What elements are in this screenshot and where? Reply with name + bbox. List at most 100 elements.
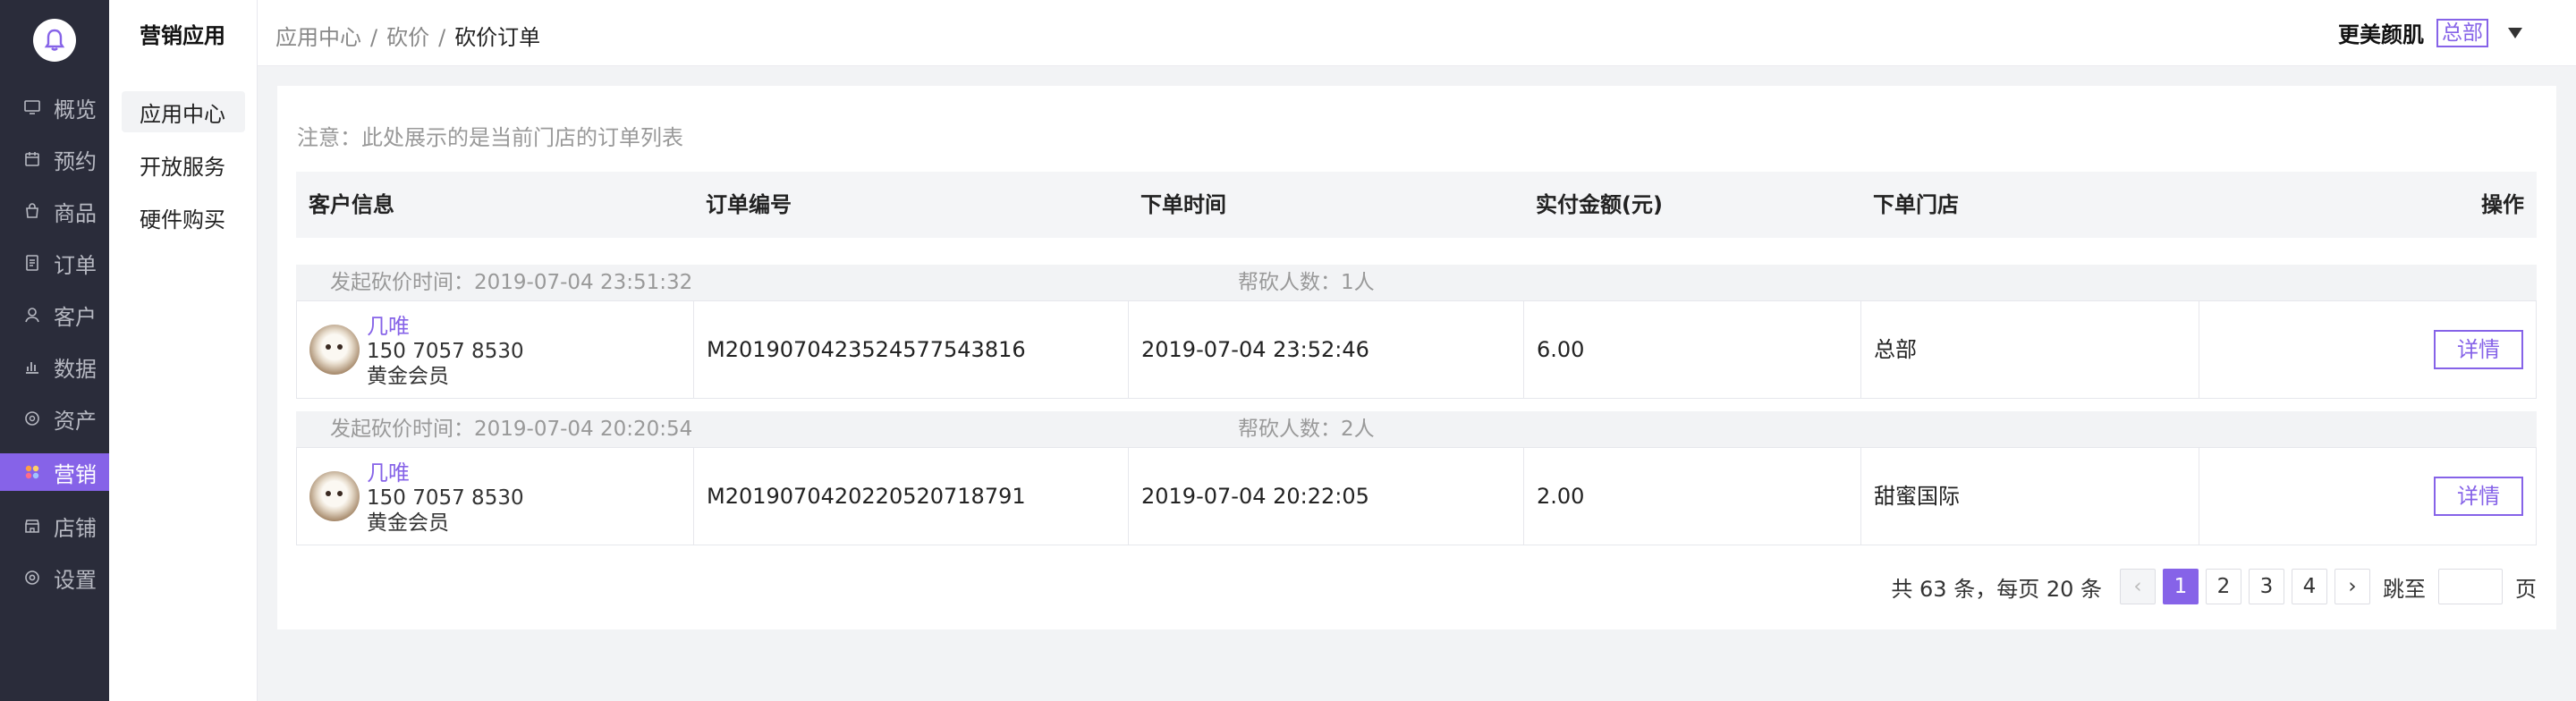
column-header: 下单门店 <box>1873 192 1959 217</box>
order-time-cell: 2019-07-04 20:22:05 <box>1129 448 1524 545</box>
next-page-button[interactable]: › <box>2334 569 2370 604</box>
column-header: 订单编号 <box>706 192 792 217</box>
customer-cell: 几唯 150 7057 8530 黄金会员 <box>297 448 694 545</box>
detail-button[interactable]: 详情 <box>2434 330 2523 369</box>
sidebar-item-label: 预约 <box>54 148 97 174</box>
bell-icon <box>44 29 65 51</box>
sidebar-item-settings[interactable]: 设置 <box>0 559 109 596</box>
calendar-icon <box>25 152 39 166</box>
bargain-helpers: 帮砍人数：2人 <box>1238 418 1375 441</box>
breadcrumb: 应用中心 / 砍价 / 砍价订单 <box>275 20 540 51</box>
page-button-1[interactable]: 1 <box>2163 569 2199 604</box>
sidebar-item-label: 客户 <box>54 304 97 330</box>
user-menu[interactable]: 更美颜肌 总部 <box>2338 17 2522 48</box>
app-logo[interactable] <box>33 19 76 62</box>
customer-phone: 150 7057 8530 <box>367 486 524 510</box>
sidebar-item-assets[interactable]: 资产 <box>0 400 109 437</box>
monitor-icon <box>24 100 40 114</box>
pagination: 共 63 条，每页 20 条 ‹ 1 2 3 4 › 跳至 页 <box>1891 569 2537 604</box>
page-button-4[interactable]: 4 <box>2292 569 2327 604</box>
customer-info: 几唯 150 7057 8530 黄金会员 <box>367 314 524 389</box>
bar-chart-icon <box>26 362 38 374</box>
sidebar-item-label: 商品 <box>54 200 97 226</box>
bargain-start-time: 发起砍价时间：2019-07-04 23:51:32 <box>330 271 693 294</box>
jump-page-input[interactable] <box>2438 569 2503 604</box>
sidebar-item-store[interactable]: 店铺 <box>0 507 109 545</box>
sidebar-item-overview[interactable]: 概览 <box>0 89 109 126</box>
sidebar-item-label: 营销 <box>54 461 97 487</box>
sidebar-item-orders[interactable]: 订单 <box>0 244 109 282</box>
submenu-item-hardware[interactable]: 硬件购买 <box>122 197 245 238</box>
chevron-down-icon[interactable] <box>2508 27 2522 38</box>
order-no-cell: M201907042352457754381​6 <box>694 301 1129 398</box>
prev-page-button[interactable]: ‹ <box>2120 569 2156 604</box>
order-no: M2019070420220520718791 <box>707 484 1026 509</box>
sidebar-item-label: 资产 <box>54 408 97 434</box>
bargain-group-header: 发起砍价时间：2019-07-04 20:20:54 帮砍人数：2人 <box>296 411 2537 447</box>
submenu-item-label: 开放服务 <box>140 154 225 180</box>
user-icon <box>25 308 39 323</box>
grid-icon <box>25 465 39 479</box>
breadcrumb-separator: / <box>438 25 446 50</box>
submenu-item-open-service[interactable]: 开放服务 <box>122 144 245 185</box>
secondary-menu-title: 营销应用 <box>140 23 225 48</box>
page-button-2[interactable]: 2 <box>2206 569 2241 604</box>
pagination-total: 共 63 条，每页 20 条 <box>1891 576 2102 602</box>
breadcrumb-item-bargain[interactable]: 砍价 <box>386 25 429 50</box>
customer-name-link[interactable]: 几唯 <box>367 314 524 339</box>
action-cell: 详情 <box>2199 301 2536 398</box>
column-header: 下单时间 <box>1140 192 1226 217</box>
order-store: 总部 <box>1874 337 1917 362</box>
sidebar-item-booking[interactable]: 预约 <box>0 140 109 178</box>
column-header: 客户信息 <box>309 192 394 217</box>
order-panel: 注意：此处展示的是当前门店的订单列表 客户信息 订单编号 下单时间 实付金额(元… <box>277 86 2556 629</box>
bag-icon <box>26 203 38 218</box>
customer-info: 几唯 150 7057 8530 黄金会员 <box>367 460 524 536</box>
sidebar-item-label: 店铺 <box>54 515 97 541</box>
avatar <box>309 325 360 375</box>
bargain-helpers: 帮砍人数：1人 <box>1238 271 1375 294</box>
sidebar-item-customers[interactable]: 客户 <box>0 296 109 334</box>
user-name: 更美颜肌 <box>2338 22 2424 47</box>
customer-phone: 150 7057 8530 <box>367 340 524 363</box>
main-sidebar: 概览 预约 商品 订单 客户 数据 资产 营销 店铺 设置 <box>0 0 109 701</box>
amount-cell: 6.00 <box>1524 301 1861 398</box>
sidebar-item-label: 概览 <box>54 97 97 122</box>
customer-level: 黄金会员 <box>367 365 449 388</box>
order-time-cell: 2019-07-04 23:52:46 <box>1129 301 1524 398</box>
table-header: 客户信息 订单编号 下单时间 实付金额(元) 下单门店 操作 <box>296 172 2537 238</box>
customer-level: 黄金会员 <box>367 511 449 535</box>
detail-button[interactable]: 详情 <box>2434 477 2523 516</box>
breadcrumb-separator: / <box>370 25 378 50</box>
sidebar-item-marketing[interactable]: 营销 <box>0 453 109 491</box>
store-icon <box>25 519 39 533</box>
sidebar-item-data[interactable]: 数据 <box>0 348 109 385</box>
submenu-item-label: 硬件购买 <box>140 207 225 232</box>
paid-amount: 6.00 <box>1537 337 1585 362</box>
order-store: 甜蜜国际 <box>1874 484 1960 509</box>
bargain-group-header: 发起砍价时间：2019-07-04 23:51:32 帮砍人数：1人 <box>296 265 2537 300</box>
order-no-cell: M2019070420220520718791 <box>694 448 1129 545</box>
order-time: 2019-07-04 20:22:05 <box>1141 484 1369 509</box>
page-button-3[interactable]: 3 <box>2249 569 2284 604</box>
coin-icon <box>25 411 39 426</box>
app-root: 概览 预约 商品 订单 客户 数据 资产 营销 店铺 设置 营销应用 应用中心 … <box>0 0 2576 701</box>
submenu-item-app-center[interactable]: 应用中心 <box>122 91 245 132</box>
customer-cell: 几唯 150 7057 8530 黄金会员 <box>297 301 694 398</box>
column-header: 实付金额(元) <box>1536 192 1663 217</box>
notice-text: 注意：此处展示的是当前门店的订单列表 <box>297 125 683 150</box>
submenu-item-label: 应用中心 <box>140 101 225 127</box>
sidebar-item-label: 数据 <box>54 356 97 382</box>
avatar <box>309 471 360 521</box>
breadcrumb-item-app-center[interactable]: 应用中心 <box>275 25 361 50</box>
paid-amount: 2.00 <box>1537 484 1585 509</box>
order-time: 2019-07-04 23:52:46 <box>1141 337 1369 362</box>
sidebar-item-goods[interactable]: 商品 <box>0 192 109 230</box>
list-icon <box>26 255 38 271</box>
customer-name-link[interactable]: 几唯 <box>367 460 524 486</box>
gear-icon <box>25 570 39 585</box>
table-row: 几唯 150 7057 8530 黄金会员 M20190704235245775… <box>296 300 2537 399</box>
amount-cell: 2.00 <box>1524 448 1861 545</box>
sidebar-item-label: 设置 <box>54 567 97 593</box>
column-header: 操作 <box>2481 192 2524 217</box>
